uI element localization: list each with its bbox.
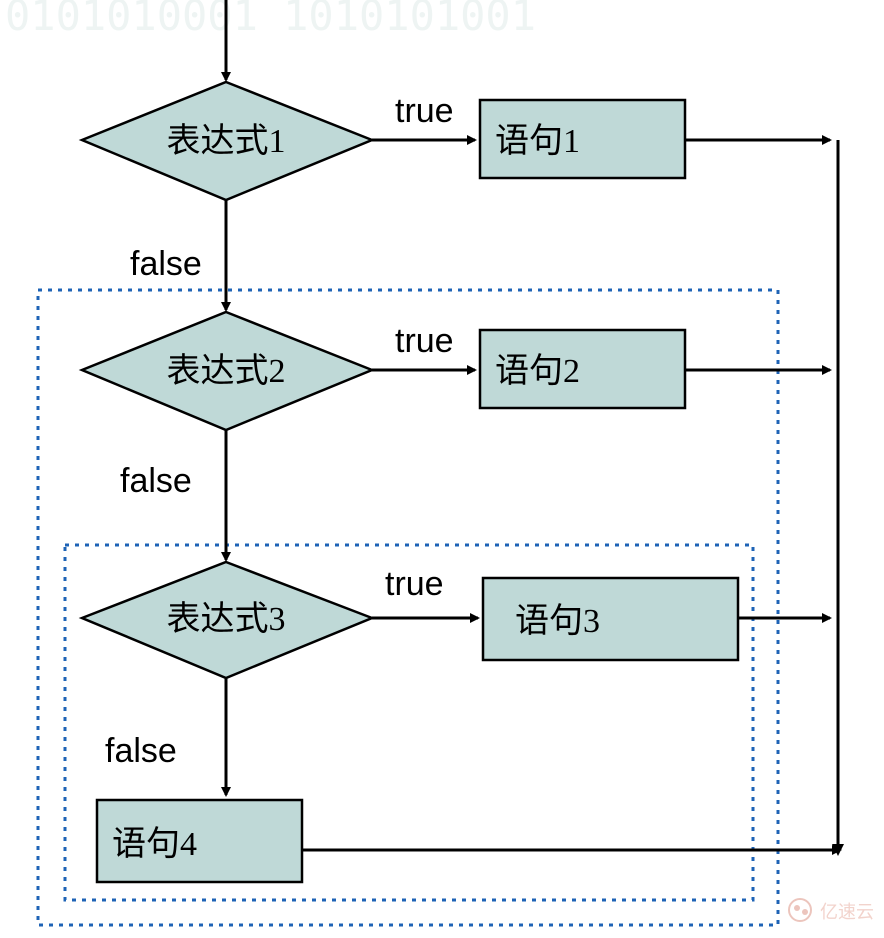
edge-false-3-label: false xyxy=(105,732,177,770)
background-decor: 0101010001 1010101001 xyxy=(5,0,536,40)
decision-3-label: 表达式3 xyxy=(167,600,286,638)
edge-false-2-label: false xyxy=(120,462,192,500)
edge-true-1-label: true xyxy=(395,92,454,130)
stmt-1-label: 语句1 xyxy=(495,122,580,160)
decision-1-label: 表达式1 xyxy=(167,122,286,160)
edge-false-1-label: false xyxy=(130,245,202,283)
edge-true-2-label: true xyxy=(395,322,454,360)
decision-2-label: 表达式2 xyxy=(167,352,286,390)
edge-true-3-label: true xyxy=(385,565,444,603)
stmt-2-label: 语句2 xyxy=(495,352,580,390)
watermark-text: 亿速云 xyxy=(820,902,874,922)
watermark-logo xyxy=(789,899,811,921)
stmt-3-label: 语句3 xyxy=(515,602,600,640)
flowchart-diagram: 0101010001 1010101001 表达式1 true 语句1 fals… xyxy=(0,0,884,938)
stmt-4-label: 语句4 xyxy=(112,825,197,863)
